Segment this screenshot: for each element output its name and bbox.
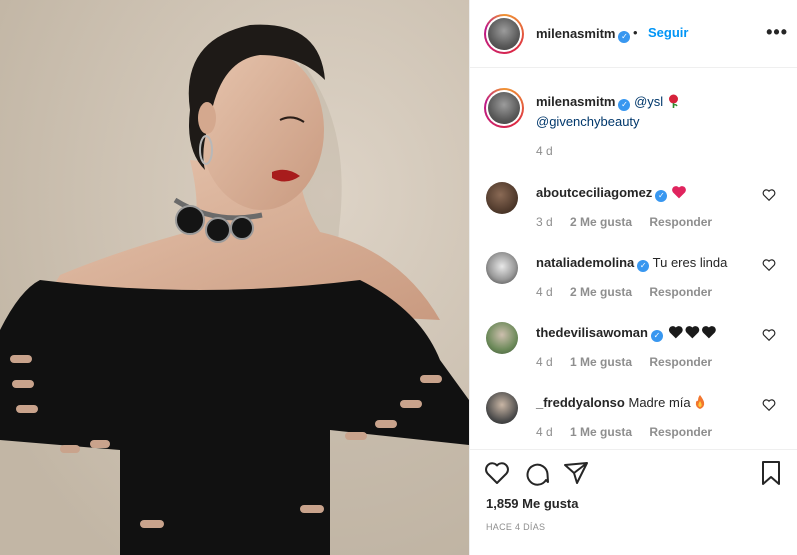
post-photo[interactable] xyxy=(0,0,469,555)
verified-badge-icon: ✓ xyxy=(637,260,650,272)
rose-emoji-icon xyxy=(667,94,680,113)
black-heart-emoji-icon xyxy=(667,325,719,344)
more-options-icon[interactable]: ••• xyxy=(766,22,788,43)
comment-likes[interactable]: 1 Me gusta xyxy=(570,425,632,439)
post-photo-illustration xyxy=(0,0,469,555)
comment-like-heart-icon[interactable] xyxy=(762,258,776,272)
post-header: milenasmitm ✓ • Seguir ••• xyxy=(470,0,797,68)
comment-likes[interactable]: 2 Me gusta xyxy=(570,285,632,299)
bookmark-icon[interactable] xyxy=(758,460,784,486)
comment-item: thedevilisawoman ✓ 4 d 1 Me gusta Respond… xyxy=(470,322,797,392)
comment-text: nataliademolina ✓ Tu eres linda xyxy=(536,255,728,272)
verified-badge-icon: ✓ xyxy=(618,31,631,43)
mention-givenchybeauty[interactable]: @givenchybeauty xyxy=(536,114,640,129)
commenter-avatar[interactable] xyxy=(486,182,518,214)
comment-like-heart-icon[interactable] xyxy=(762,188,776,202)
comment-meta: 3 d 2 Me gusta Responder xyxy=(536,215,726,229)
author-username[interactable]: milenasmitm ✓ xyxy=(536,26,631,43)
post-date: HACE 4 DÍAS xyxy=(486,522,546,532)
commenter-avatar[interactable] xyxy=(486,252,518,284)
share-icon[interactable] xyxy=(563,460,589,486)
commenter-avatar[interactable] xyxy=(486,392,518,424)
verified-badge-icon: ✓ xyxy=(618,99,631,111)
comment-time: 4 d xyxy=(536,285,553,299)
comment-text: thedevilisawoman ✓ xyxy=(536,324,766,344)
commenter-avatar[interactable] xyxy=(486,322,518,354)
comment-item: nataliademolina ✓ Tu eres linda 4 d 2 Me … xyxy=(470,252,797,322)
follow-button[interactable]: Seguir xyxy=(648,25,688,40)
reply-button[interactable]: Responder xyxy=(649,355,712,369)
heart-icon[interactable] xyxy=(484,460,510,486)
comment-like-heart-icon[interactable] xyxy=(762,328,776,342)
verified-badge-icon: ✓ xyxy=(650,330,663,342)
comment-username[interactable]: thedevilisawoman xyxy=(536,325,648,340)
reply-button[interactable]: Responder xyxy=(649,285,712,299)
comment-time: 4 d xyxy=(536,425,553,439)
comment-like-heart-icon[interactable] xyxy=(762,398,776,412)
comment-likes[interactable]: 1 Me gusta xyxy=(570,355,632,369)
comment-likes[interactable]: 2 Me gusta xyxy=(570,215,632,229)
caption-username[interactable]: milenasmitm xyxy=(536,94,615,109)
comment-item: aboutceciliagomez ✓ 3 d 2 Me gusta Respon… xyxy=(470,182,797,252)
comment-meta: 4 d 1 Me gusta Responder xyxy=(536,425,726,439)
caption-text: milenasmitm ✓ @ysl @givenchybeauty xyxy=(536,93,786,131)
post-actions: 1,859 Me gusta HACE 4 DÍAS xyxy=(470,449,797,555)
caption-avatar[interactable] xyxy=(484,88,524,128)
mention-ysl[interactable]: @ysl xyxy=(634,94,663,109)
red-heart-emoji-icon xyxy=(671,185,687,204)
comment-time: 4 d xyxy=(536,355,553,369)
fire-emoji-icon xyxy=(694,395,706,414)
comment-username[interactable]: nataliademolina xyxy=(536,255,634,270)
verified-badge-icon: ✓ xyxy=(655,190,668,202)
reply-button[interactable]: Responder xyxy=(649,425,712,439)
comment-time: 3 d xyxy=(536,215,553,229)
comment-text: aboutceciliagomez ✓ xyxy=(536,184,766,204)
reply-button[interactable]: Responder xyxy=(649,215,712,229)
like-count[interactable]: 1,859 Me gusta xyxy=(486,496,579,511)
comment-meta: 4 d 2 Me gusta Responder xyxy=(536,285,726,299)
caption-time: 4 d xyxy=(536,144,553,158)
post-side-panel: milenasmitm ✓ • Seguir ••• milenasmitm ✓ @… xyxy=(469,0,797,555)
separator: • xyxy=(633,25,638,40)
comment-icon[interactable] xyxy=(524,460,550,486)
comment-username[interactable]: _freddyalonso xyxy=(536,395,625,410)
comment-username[interactable]: aboutceciliagomez xyxy=(536,185,652,200)
author-avatar[interactable] xyxy=(484,14,524,54)
comment-meta: 4 d 1 Me gusta Responder xyxy=(536,355,726,369)
instagram-post: milenasmitm ✓ • Seguir ••• milenasmitm ✓ @… xyxy=(0,0,797,555)
comment-text: _freddyalonso Madre mía xyxy=(536,394,766,414)
